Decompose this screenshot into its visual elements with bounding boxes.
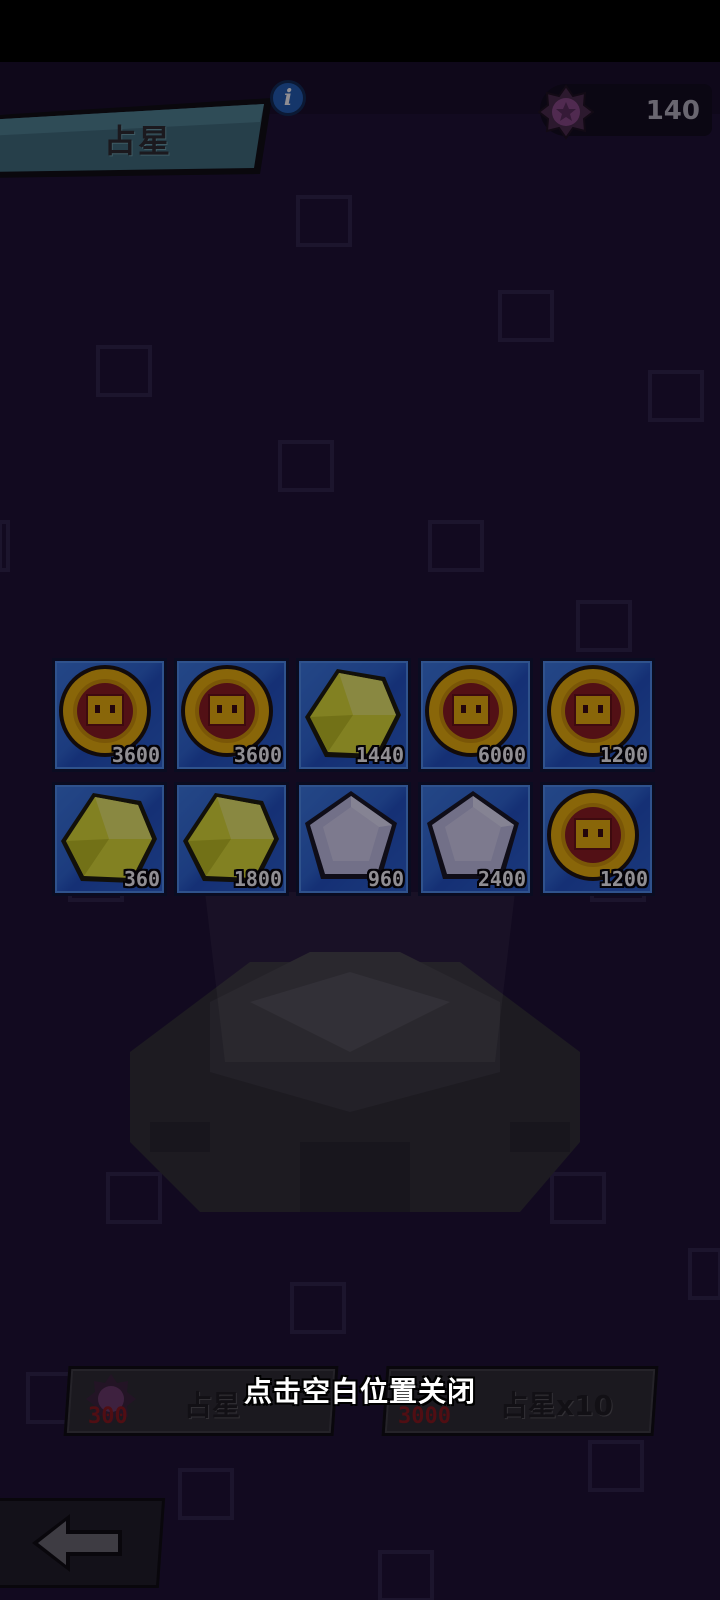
reward-tile: 960: [296, 782, 411, 896]
reward-tile: 3600: [52, 658, 167, 772]
reward-tile: 1800: [174, 782, 289, 896]
close-hint: 点击空白位置关闭: [243, 1375, 476, 1408]
currency-value: 140: [645, 96, 700, 126]
reward-tile: 360: [52, 782, 167, 896]
reward-amount: 6000: [477, 743, 526, 767]
reward-tile: 3600: [174, 658, 289, 772]
screen[interactable]: 占星 i 140 3600 3600 1440 6000 1200 360 18…: [0, 0, 720, 1600]
star-badge-icon: [538, 84, 594, 140]
reward-amount: 360: [123, 867, 160, 891]
reward-amount: 3600: [111, 743, 160, 767]
reward-amount: 960: [367, 867, 404, 891]
reward-amount: 3600: [233, 743, 282, 767]
reward-tile: 1440: [296, 658, 411, 772]
reward-tile: 2400: [418, 782, 533, 896]
back-arrow-icon: [32, 1514, 122, 1572]
reward-amount: 1440: [355, 743, 404, 767]
reward-tile: 1200: [540, 658, 655, 772]
reward-tile: 6000: [418, 658, 533, 772]
reward-tile: 1200: [540, 782, 655, 896]
reward-amount: 1800: [233, 867, 282, 891]
reward-amount: 2400: [477, 867, 526, 891]
reward-amount: 1200: [599, 743, 648, 767]
reward-grid: 3600 3600 1440 6000 1200 360 1800 960 24…: [52, 658, 672, 902]
status-bar: [0, 0, 720, 62]
info-icon[interactable]: i: [270, 80, 306, 116]
reward-amount: 1200: [599, 867, 648, 891]
page-title: 占星: [104, 122, 173, 160]
